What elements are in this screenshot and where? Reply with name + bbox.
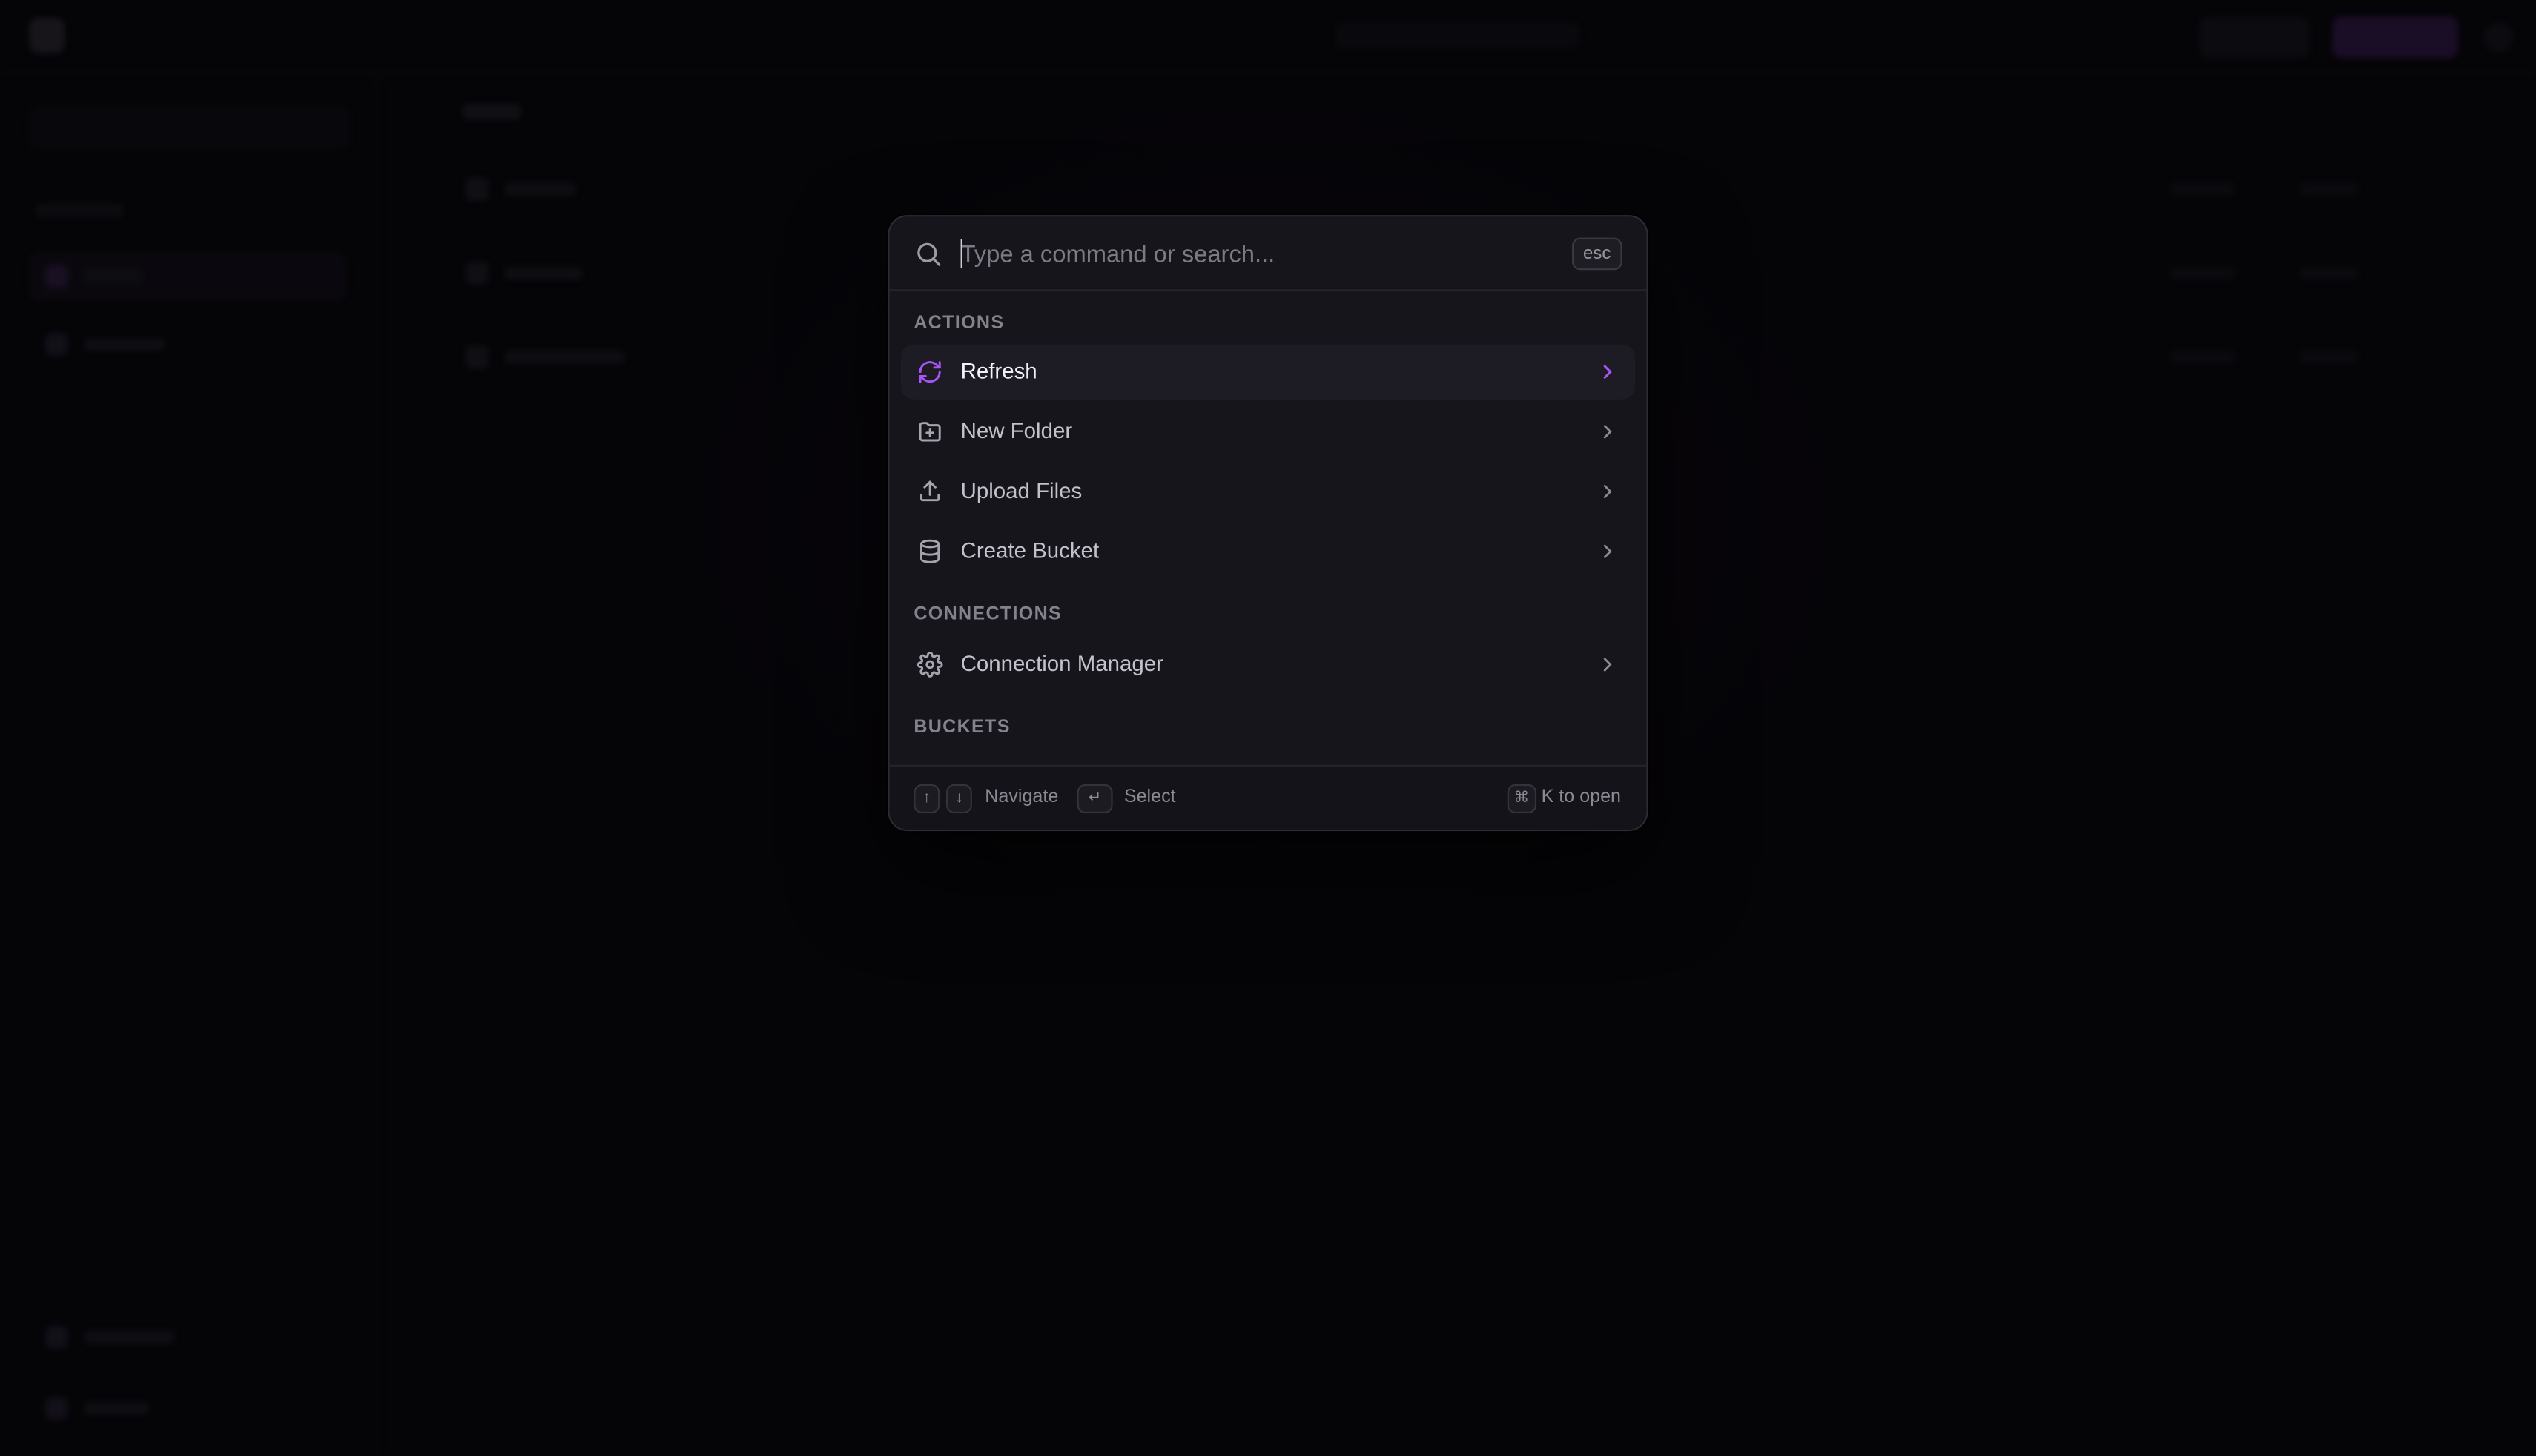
folder-plus-icon <box>919 422 941 442</box>
command-item-upload-files[interactable]: Upload Files <box>901 464 1635 519</box>
group-label-buckets: BUCKETS <box>914 718 1011 738</box>
database-icon <box>920 539 940 563</box>
esc-key-hint[interactable]: esc <box>1571 237 1622 271</box>
text-caret <box>960 239 962 269</box>
open-shortcut-hint: K to open <box>1541 787 1621 807</box>
command-item-label: New Folder <box>960 418 1073 443</box>
select-hint: Select <box>1123 787 1176 807</box>
arrow-down-key: ↓ <box>945 784 972 814</box>
command-palette: esc ACTIONS Refresh <box>888 215 1648 832</box>
palette-footer: ↑ ↓ Navigate ↵ Select ⌘ K to open <box>889 764 1647 830</box>
command-item-label: Connection Manager <box>960 651 1163 676</box>
command-item-label: Upload Files <box>960 478 1083 503</box>
arrow-up-key: ↑ <box>914 784 940 814</box>
navigate-hint: Navigate <box>985 787 1059 807</box>
command-item-label: Create Bucket <box>960 538 1100 563</box>
chevron-right-icon <box>1603 544 1612 558</box>
chevron-right-icon <box>1603 485 1612 499</box>
command-item-connection-manager[interactable]: Connection Manager <box>901 637 1635 692</box>
palette-results: ACTIONS Refresh New Folder Upload Files … <box>890 291 1647 765</box>
cmd-key: ⌘ <box>1507 784 1536 814</box>
group-label-connections: CONNECTIONS <box>914 604 1063 624</box>
chevron-right-icon <box>1603 365 1612 379</box>
group-label-actions: ACTIONS <box>914 314 1005 334</box>
chevron-right-icon <box>1603 658 1612 672</box>
chevron-right-icon <box>1603 425 1612 439</box>
gear-icon <box>917 652 943 678</box>
command-item-new-folder[interactable]: New Folder <box>901 404 1635 459</box>
command-item-label: Refresh <box>960 359 1037 383</box>
enter-key: ↵ <box>1077 784 1113 814</box>
refresh-icon <box>919 361 941 383</box>
command-item-create-bucket[interactable]: Create Bucket <box>901 524 1635 579</box>
app-window: esc ACTIONS Refresh <box>0 0 2536 1456</box>
command-search-input[interactable] <box>960 236 1559 272</box>
command-item-refresh[interactable]: Refresh <box>900 344 1636 400</box>
upload-icon <box>920 480 940 502</box>
search-icon <box>917 242 941 266</box>
palette-search-bar: esc <box>889 216 1647 291</box>
